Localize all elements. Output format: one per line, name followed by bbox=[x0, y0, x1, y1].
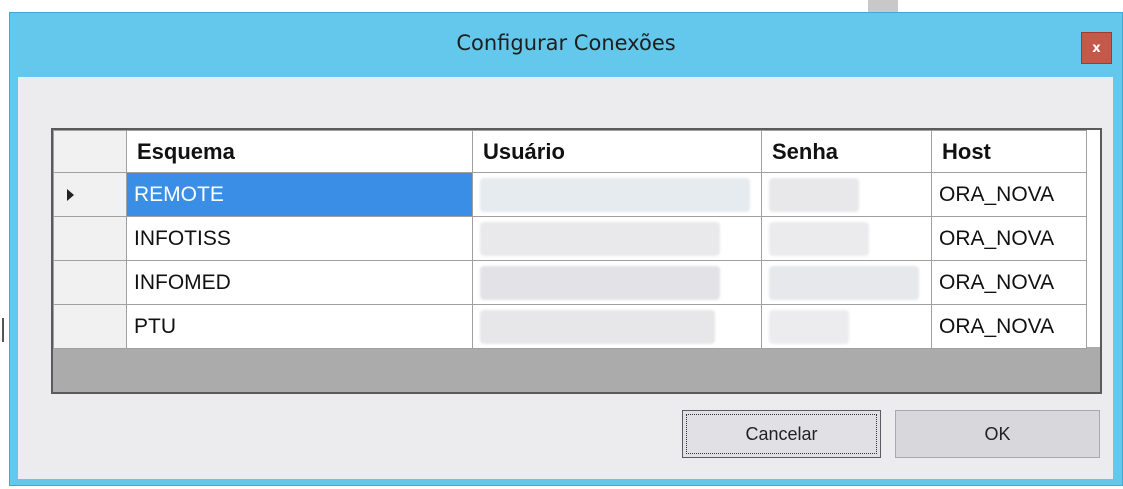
redacted-value bbox=[480, 265, 720, 300]
cell-usuario[interactable] bbox=[472, 216, 762, 261]
table-row[interactable]: PTU ORA_NOVA bbox=[53, 304, 1087, 349]
corner-header-cell[interactable] bbox=[53, 130, 127, 173]
background-fragment bbox=[2, 318, 4, 342]
redacted-value bbox=[480, 177, 750, 212]
cell-host[interactable]: ORA_NOVA bbox=[931, 304, 1087, 349]
grid-content: Esquema Usuário Senha Host REMOTE ORA_NO… bbox=[53, 130, 1100, 349]
connections-grid[interactable]: Esquema Usuário Senha Host REMOTE ORA_NO… bbox=[51, 128, 1102, 394]
redacted-value bbox=[480, 309, 715, 344]
close-button[interactable]: x bbox=[1081, 32, 1112, 64]
column-header-usuario[interactable]: Usuário bbox=[472, 130, 762, 173]
cell-esquema[interactable]: INFOTISS bbox=[126, 216, 473, 261]
window-title: Configurar Conexões bbox=[456, 31, 676, 55]
ok-button-label: OK bbox=[984, 423, 1011, 444]
column-header-esquema[interactable]: Esquema bbox=[126, 130, 473, 173]
table-row[interactable]: REMOTE ORA_NOVA bbox=[53, 172, 1087, 217]
arrow-icon bbox=[67, 188, 74, 201]
cell-usuario[interactable] bbox=[472, 260, 762, 305]
background-fragment-top bbox=[868, 0, 898, 12]
cell-esquema[interactable]: PTU bbox=[126, 304, 473, 349]
cell-senha[interactable] bbox=[761, 172, 932, 217]
cell-senha[interactable] bbox=[761, 216, 932, 261]
row-header[interactable] bbox=[53, 172, 127, 217]
redacted-value bbox=[769, 265, 919, 300]
column-header-host[interactable]: Host bbox=[931, 130, 1087, 173]
cell-esquema[interactable]: INFOMED bbox=[126, 260, 473, 305]
table-row[interactable]: INFOTISS ORA_NOVA bbox=[53, 216, 1087, 261]
row-header[interactable] bbox=[53, 216, 127, 261]
cell-host[interactable]: ORA_NOVA bbox=[931, 172, 1087, 217]
dialog-client-area: Esquema Usuário Senha Host REMOTE ORA_NO… bbox=[18, 77, 1113, 479]
connections-table: Esquema Usuário Senha Host REMOTE ORA_NO… bbox=[53, 130, 1087, 349]
cancel-button[interactable]: Cancelar bbox=[682, 410, 881, 458]
redacted-value bbox=[769, 221, 869, 256]
focus-rectangle bbox=[686, 414, 877, 454]
close-icon: x bbox=[1092, 40, 1101, 56]
configurar-conexoes-dialog: Configurar Conexões x Esquema Usuário Se… bbox=[9, 12, 1123, 486]
redacted-value bbox=[769, 309, 849, 344]
column-header-senha[interactable]: Senha bbox=[761, 130, 932, 173]
row-header[interactable] bbox=[53, 260, 127, 305]
desktop-background bbox=[0, 0, 9, 489]
header-row: Esquema Usuário Senha Host bbox=[53, 130, 1087, 173]
cell-senha[interactable] bbox=[761, 304, 932, 349]
redacted-value bbox=[769, 177, 859, 212]
cell-senha[interactable] bbox=[761, 260, 932, 305]
cell-esquema[interactable]: REMOTE bbox=[126, 172, 473, 217]
cell-host[interactable]: ORA_NOVA bbox=[931, 260, 1087, 305]
cell-usuario[interactable] bbox=[472, 304, 762, 349]
cell-usuario[interactable] bbox=[472, 172, 762, 217]
cell-host[interactable]: ORA_NOVA bbox=[931, 216, 1087, 261]
title-bar[interactable]: Configurar Conexões x bbox=[10, 13, 1122, 77]
table-row[interactable]: INFOMED ORA_NOVA bbox=[53, 260, 1087, 305]
row-header[interactable] bbox=[53, 304, 127, 349]
redacted-value bbox=[480, 221, 720, 256]
ok-button[interactable]: OK bbox=[895, 410, 1100, 458]
